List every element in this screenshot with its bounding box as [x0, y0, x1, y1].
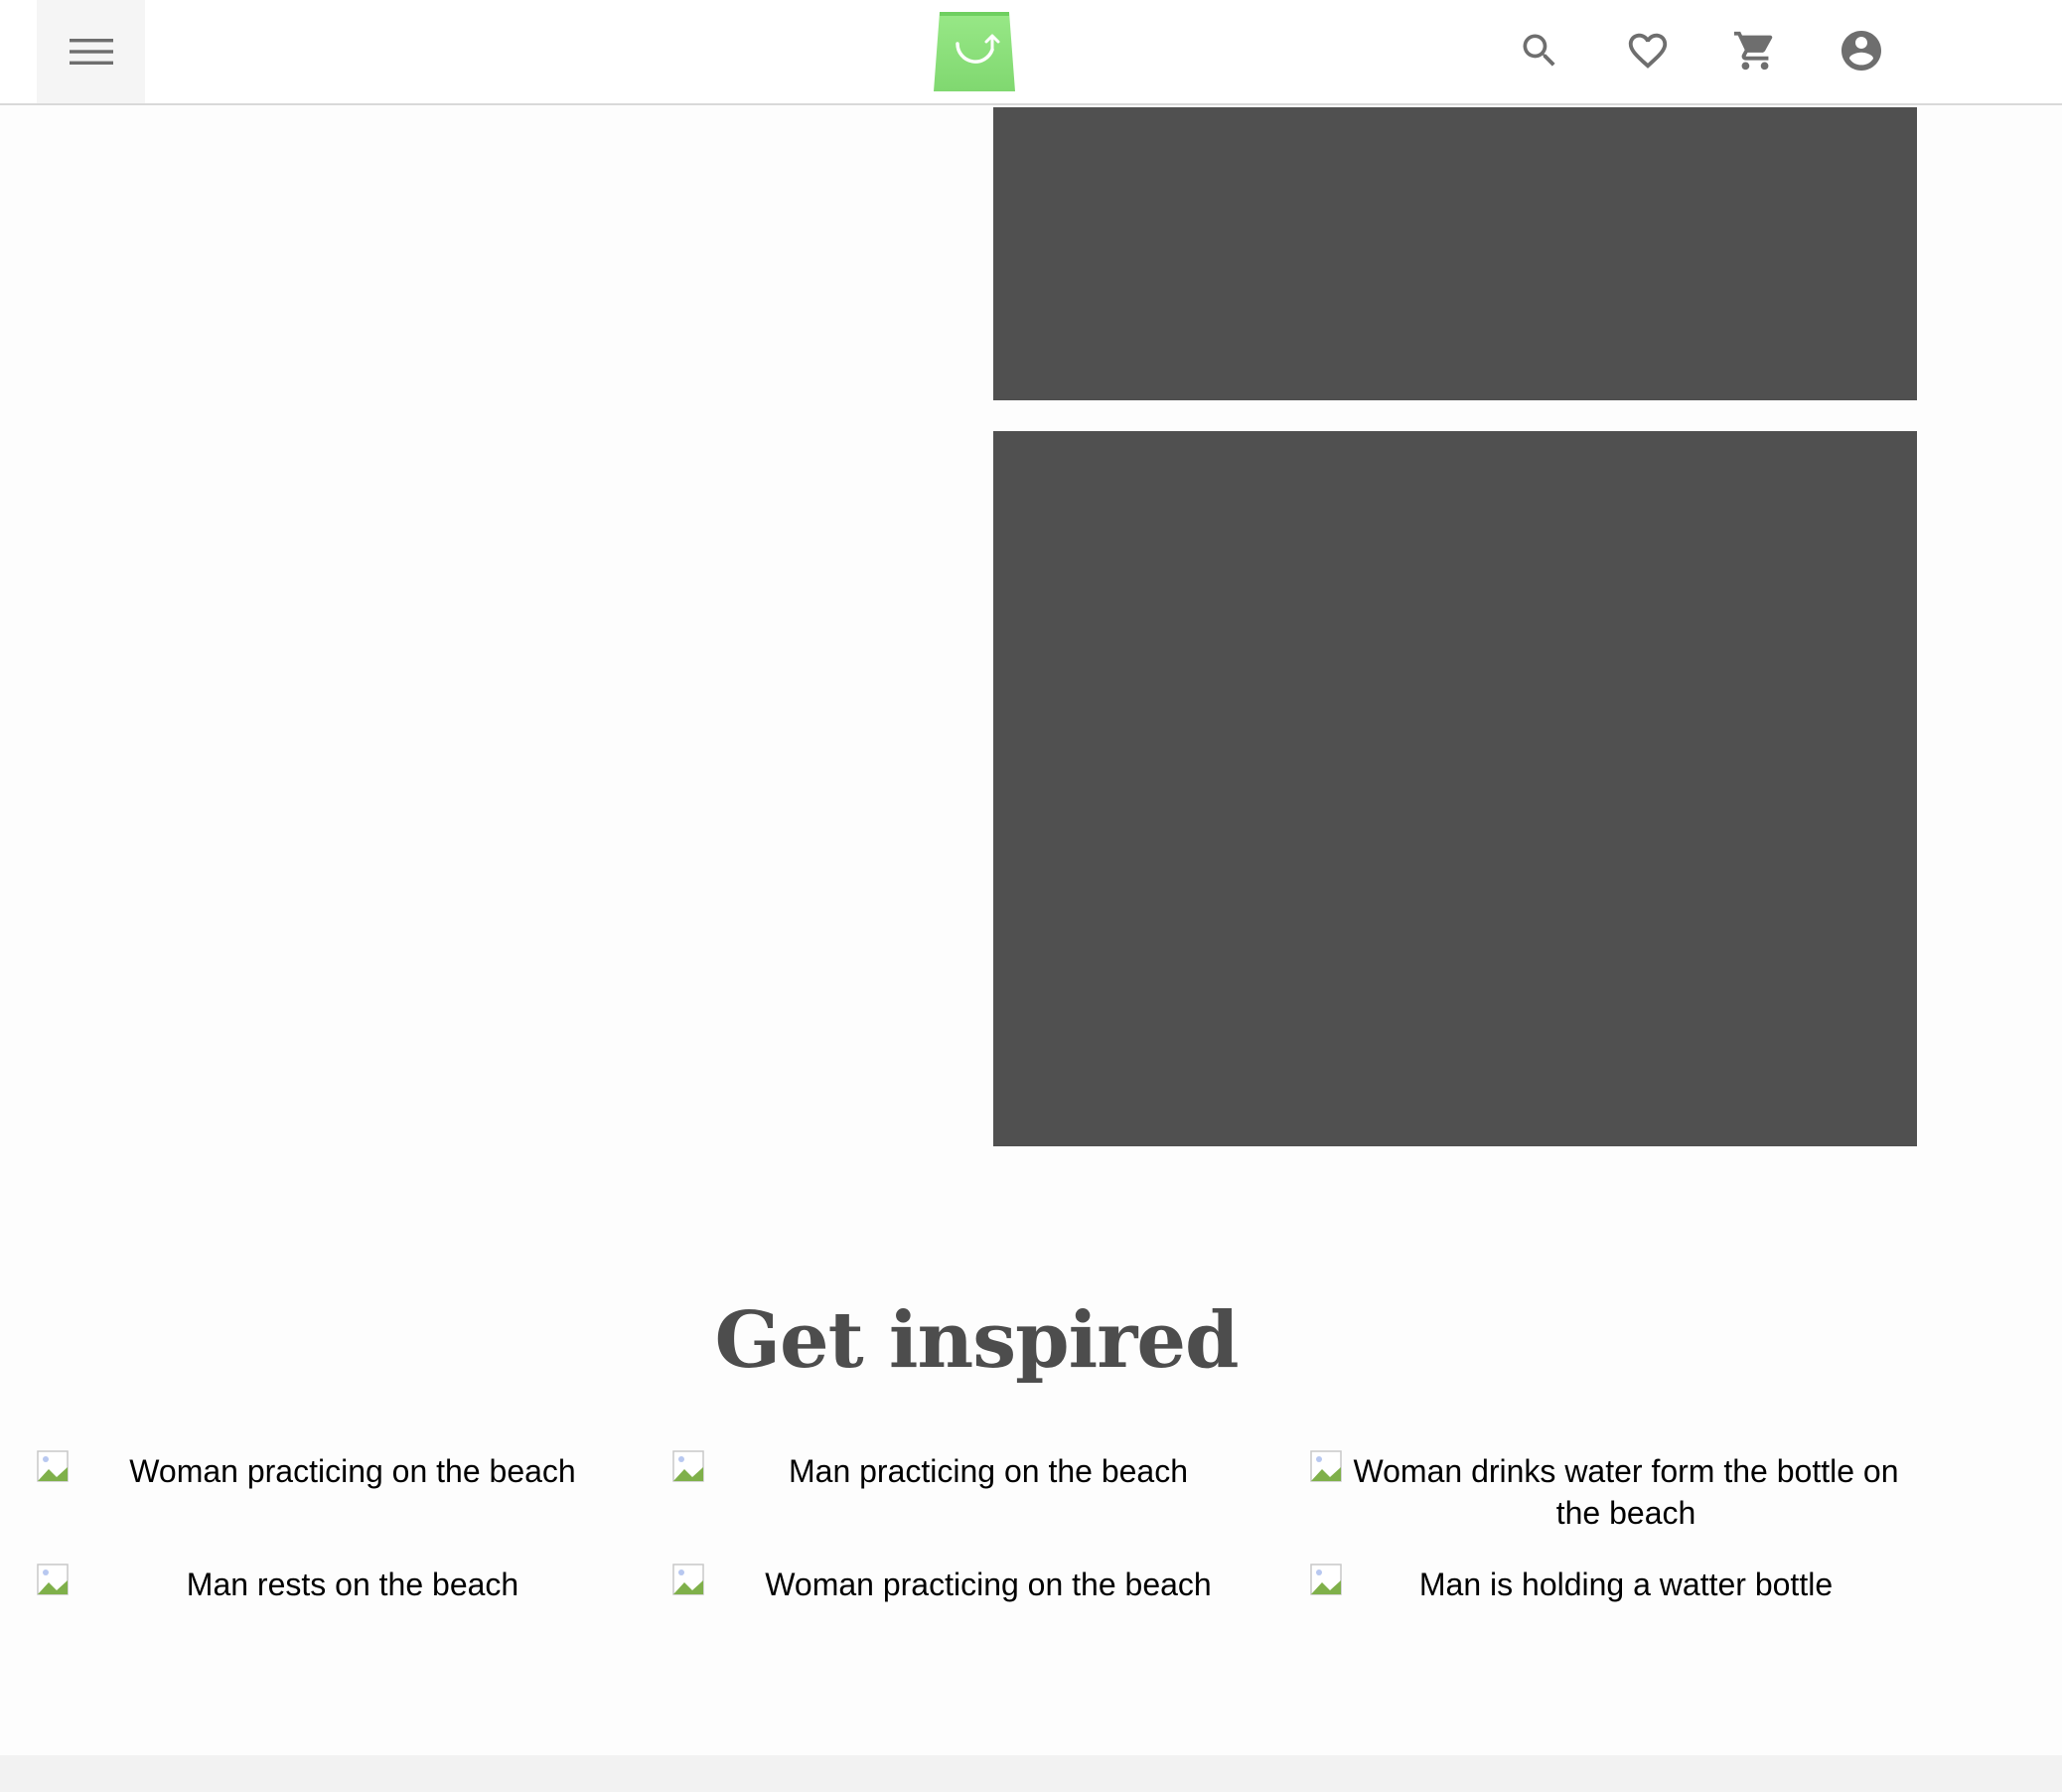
search-icon [1523, 34, 1555, 67]
gallery-item[interactable]: Man is holding a watter bottle [1310, 1564, 1916, 1605]
media-panel-top [993, 107, 1917, 400]
gallery-caption: Man practicing on the beach [788, 1453, 1189, 1489]
gallery-caption: Woman practicing on the beach [129, 1453, 576, 1489]
broken-image-icon [1310, 1564, 1342, 1595]
broken-image-icon [672, 1564, 704, 1595]
hamburger-menu-icon [69, 39, 113, 65]
search-button[interactable] [1516, 27, 1563, 75]
media-panel-bottom [993, 431, 1917, 1146]
shopping-bag-logo-icon [934, 12, 1015, 91]
account-button[interactable] [1838, 27, 1885, 75]
account-circle-icon [1841, 31, 1881, 71]
gallery-item[interactable]: Man practicing on the beach [672, 1450, 1278, 1492]
gallery-caption: Woman drinks water form the bottle on th… [1353, 1453, 1899, 1531]
broken-image-icon [672, 1450, 704, 1482]
broken-image-icon [37, 1564, 69, 1595]
cart-icon [1733, 31, 1773, 71]
gallery-caption: Woman practicing on the beach [765, 1567, 1212, 1602]
broken-image-icon [37, 1450, 69, 1482]
gallery-caption: Man is holding a watter bottle [1418, 1567, 1834, 1602]
top-header [0, 0, 2062, 105]
wishlist-button[interactable] [1624, 27, 1672, 75]
gallery-item[interactable]: Woman drinks water form the bottle on th… [1310, 1450, 1916, 1534]
gallery-item[interactable]: Woman practicing on the beach [37, 1450, 643, 1492]
gallery-item[interactable]: Man rests on the beach [37, 1564, 643, 1605]
gallery-item[interactable]: Woman practicing on the beach [672, 1564, 1278, 1605]
gallery-caption: Man rests on the beach [186, 1567, 519, 1602]
heart-icon [1628, 33, 1668, 69]
menu-button[interactable] [37, 0, 145, 103]
cart-button[interactable] [1731, 27, 1779, 75]
footer [0, 1755, 2062, 1792]
section-title: Get inspired [714, 1295, 1239, 1386]
site-logo[interactable] [930, 10, 1021, 93]
broken-image-icon [1310, 1450, 1342, 1482]
